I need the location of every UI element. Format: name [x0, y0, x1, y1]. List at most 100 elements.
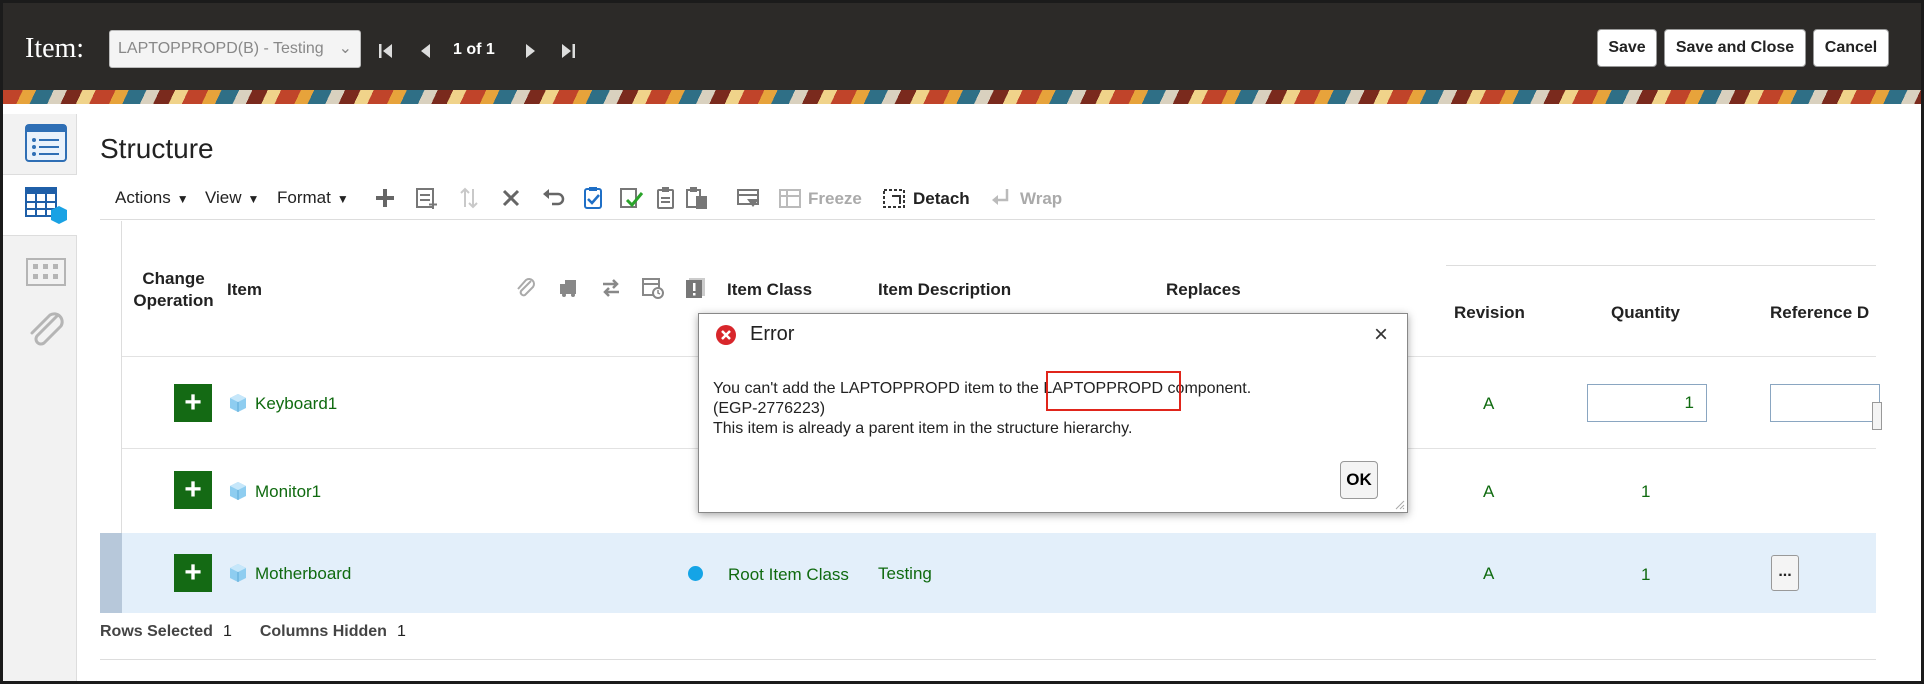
- cancel-button[interactable]: Cancel: [1813, 29, 1889, 67]
- detach-button[interactable]: Detach: [913, 189, 970, 209]
- message-line-3: This item is already a parent item in th…: [713, 420, 1133, 437]
- calendar-clock-icon: [642, 278, 664, 299]
- wrap-icon: [992, 189, 1009, 205]
- item-link[interactable]: Keyboard1: [255, 394, 337, 414]
- reference-designator-button[interactable]: ...: [1771, 555, 1799, 591]
- truck-icon: [560, 280, 576, 297]
- header-divider: [1446, 265, 1876, 266]
- caret-down-icon: ▼: [176, 192, 189, 206]
- validate-icon[interactable]: [618, 185, 644, 211]
- attachment-icon: [517, 278, 535, 297]
- col-revision[interactable]: Revision: [1454, 303, 1525, 323]
- header-title: Item:: [25, 33, 85, 64]
- item-cube-icon: [230, 394, 246, 412]
- columns-hidden-value: 1: [396, 623, 406, 640]
- view-menu-label: View: [205, 188, 242, 207]
- item-class-cell: Root Item Class: [728, 565, 849, 584]
- col-item-description[interactable]: Item Description: [878, 280, 1011, 300]
- error-dialog: Error × You can't add the LAPTOPPROPD it…: [698, 313, 1408, 513]
- item-cube-icon: [230, 482, 246, 500]
- freeze-icon: [779, 189, 801, 208]
- rows-selected-label: Rows Selected: [100, 623, 213, 640]
- col-quantity[interactable]: Quantity: [1611, 303, 1680, 323]
- revision-cell: A: [1483, 394, 1495, 413]
- structure-toolbar: Actions ▼ View ▼ Format ▼ Freeze Detach Wra…: [100, 181, 1880, 215]
- toolbar-divider: [100, 219, 1875, 220]
- wrap-button: Wrap: [1020, 189, 1063, 208]
- columns-hidden-label: Columns Hidden: [259, 623, 387, 640]
- attachment-icon[interactable]: [23, 306, 69, 352]
- warning-icon: [686, 278, 705, 298]
- decorative-banner: [3, 90, 1921, 104]
- app-window: Item: LAPTOPPROPD(B) - Testing ⌄ 1 of 1 …: [0, 0, 1924, 684]
- add-change-button[interactable]: +: [174, 554, 212, 592]
- clipboard-icon[interactable]: [653, 185, 679, 211]
- add-change-button[interactable]: +: [174, 471, 212, 509]
- item-link[interactable]: Motherboard: [255, 564, 351, 584]
- dialog-title: Error: [750, 323, 795, 345]
- actions-menu[interactable]: Actions ▼: [115, 188, 189, 208]
- error-icon: [716, 325, 736, 345]
- format-menu[interactable]: Format ▼: [277, 188, 349, 208]
- add-icon[interactable]: [372, 185, 398, 211]
- item-cube-icon: [230, 564, 246, 582]
- annotation-highlight-box: [1046, 371, 1181, 411]
- last-record-icon[interactable]: [558, 41, 578, 61]
- table-footer: Rows Selected 1 Columns Hidden 1: [100, 623, 434, 641]
- caret-down-icon: ▼: [336, 192, 349, 206]
- list-icon[interactable]: [23, 120, 69, 166]
- footer-divider: [100, 659, 1876, 660]
- status-dot-icon: [688, 566, 703, 581]
- caret-down-icon: ▼: [247, 192, 260, 206]
- freeze-button: Freeze: [808, 189, 862, 208]
- detach-icon[interactable]: [881, 185, 907, 211]
- col-replaces[interactable]: Replaces: [1166, 280, 1241, 300]
- revision-cell: A: [1483, 482, 1495, 501]
- quantity-cell: 1: [1641, 482, 1651, 501]
- row-selection-marker: [100, 533, 122, 613]
- organization-icon[interactable]: [23, 247, 69, 293]
- next-record-icon[interactable]: [520, 41, 540, 61]
- col-change-operation[interactable]: Change Operation: [131, 268, 216, 312]
- revision-cell: A: [1483, 564, 1495, 583]
- reorder-icon[interactable]: [456, 185, 482, 211]
- rows-selected-value: 1: [222, 623, 232, 640]
- record-pager: 1 of 1: [453, 41, 495, 58]
- item-selector-value: LAPTOPPROPD(B) - Testing: [118, 40, 324, 57]
- save-and-close-button[interactable]: Save and Close: [1664, 29, 1806, 67]
- delete-icon[interactable]: [498, 185, 524, 211]
- col-item-class[interactable]: Item Class: [727, 280, 812, 300]
- view-menu[interactable]: View ▼: [205, 188, 259, 208]
- save-button[interactable]: Save: [1597, 29, 1657, 67]
- previous-record-icon[interactable]: [416, 41, 436, 61]
- col-reference-designator[interactable]: Reference D: [1770, 303, 1869, 323]
- col-item[interactable]: Item: [227, 280, 262, 300]
- side-panel: [3, 114, 77, 681]
- quantity-cell: 1: [1641, 565, 1651, 584]
- query-by-example-icon[interactable]: [735, 185, 761, 211]
- header-bar: Item: LAPTOPPROPD(B) - Testing ⌄ 1 of 1 …: [3, 3, 1921, 90]
- item-description-cell: Testing: [878, 564, 932, 583]
- add-change-button[interactable]: +: [174, 384, 212, 422]
- collapse-handle[interactable]: [1872, 402, 1882, 430]
- format-menu-label: Format: [277, 188, 331, 207]
- undo-icon[interactable]: [540, 185, 566, 211]
- paste-icon[interactable]: [684, 185, 710, 211]
- quantity-input[interactable]: 1: [1587, 384, 1707, 422]
- item-link[interactable]: Monitor1: [255, 482, 321, 502]
- chevron-down-icon: ⌄: [338, 40, 352, 57]
- reference-designator-input[interactable]: [1770, 384, 1880, 422]
- item-selector[interactable]: LAPTOPPROPD(B) - Testing ⌄: [109, 30, 361, 68]
- structure-icon[interactable]: [23, 182, 69, 228]
- first-record-icon[interactable]: [376, 41, 396, 61]
- actions-menu-label: Actions: [115, 188, 171, 207]
- insert-row-icon[interactable]: [414, 185, 440, 211]
- close-icon[interactable]: ×: [1374, 321, 1388, 349]
- resize-grip-icon[interactable]: [1393, 498, 1405, 510]
- page-title: Structure: [100, 133, 214, 164]
- ok-button[interactable]: OK: [1340, 461, 1378, 499]
- message-line-1-start: You can't add the LAPTOPPROPD item to th…: [713, 380, 1044, 397]
- swap-icon: [603, 279, 619, 297]
- checklist-icon[interactable]: [580, 185, 606, 211]
- table-row-selected[interactable]: [100, 533, 1876, 613]
